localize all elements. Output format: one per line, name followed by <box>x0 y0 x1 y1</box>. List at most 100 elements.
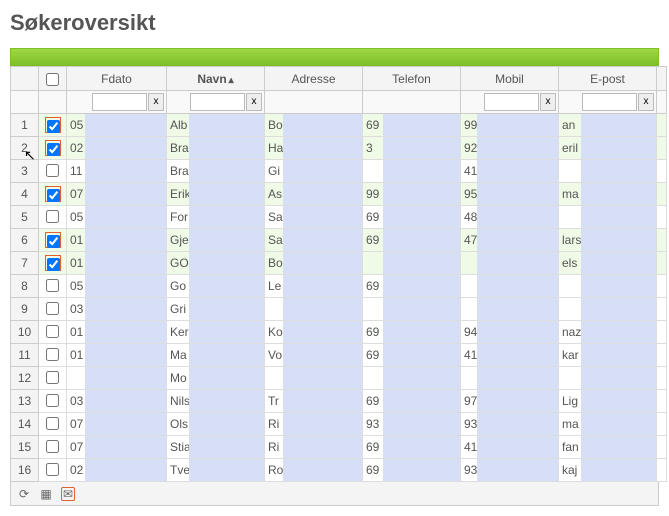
cell-navn: Go <box>167 275 265 298</box>
col-telefon[interactable]: Telefon <box>363 67 461 91</box>
cell-checkbox[interactable] <box>39 160 67 183</box>
redaction-mask <box>477 367 558 389</box>
table-row[interactable]: 1101MaVo6941kar <box>11 344 667 367</box>
redaction-mask <box>189 459 264 481</box>
table-row[interactable]: 1507StiaRi6941fan <box>11 436 667 459</box>
row-checkbox[interactable] <box>47 258 60 271</box>
table-row[interactable]: 701GOBoels <box>11 252 667 275</box>
cell-extra <box>657 206 667 229</box>
col-mobil[interactable]: Mobil <box>461 67 559 91</box>
row-checkbox[interactable] <box>46 302 59 315</box>
row-checkbox[interactable] <box>47 120 60 133</box>
row-checkbox[interactable] <box>46 371 59 384</box>
filter-mobil-clear[interactable]: x <box>540 93 556 111</box>
row-checkbox[interactable] <box>46 210 59 223</box>
cell-mobil <box>461 252 559 275</box>
cell-rownum: 3 <box>11 160 39 183</box>
cell-checkbox[interactable] <box>39 275 67 298</box>
cell-checkbox[interactable] <box>39 206 67 229</box>
select-all-checkbox[interactable] <box>46 73 59 86</box>
row-checkbox[interactable] <box>46 417 59 430</box>
table-row[interactable]: 202BraHa392eril <box>11 137 667 160</box>
cell-rownum: 14 <box>11 413 39 436</box>
cell-checkbox[interactable] <box>39 390 67 413</box>
refresh-icon[interactable]: ⟳ <box>17 487 31 501</box>
cell-epost: an <box>559 114 657 137</box>
table-row[interactable]: 505ForSa6948 <box>11 206 667 229</box>
redaction-mask <box>85 367 166 389</box>
table-row[interactable]: 1407OlsRi9393ma <box>11 413 667 436</box>
filter-fdato-clear[interactable]: x <box>148 93 164 111</box>
redaction-mask <box>85 160 166 182</box>
row-checkbox[interactable] <box>46 279 59 292</box>
table-row[interactable]: 1303NilsTr6997Lig <box>11 390 667 413</box>
cell-epost: lars <box>559 229 657 252</box>
filter-fdato-input[interactable] <box>92 93 147 111</box>
filter-mobil-input[interactable] <box>484 93 539 111</box>
cell-checkbox[interactable] <box>39 367 67 390</box>
cell-checkbox[interactable] <box>39 229 67 252</box>
cell-checkbox[interactable] <box>39 183 67 206</box>
cell-navn: Mo <box>167 367 265 390</box>
filter-navn-input[interactable] <box>190 93 245 111</box>
cell-extra <box>657 137 667 160</box>
cell-rownum: 10 <box>11 321 39 344</box>
cell-checkbox[interactable] <box>39 436 67 459</box>
redaction-mask <box>581 206 656 228</box>
cell-fdato: 01 <box>67 321 167 344</box>
row-checkbox[interactable] <box>46 348 59 361</box>
row-checkbox[interactable] <box>46 325 59 338</box>
redaction-mask <box>85 321 166 343</box>
cell-checkbox[interactable] <box>39 137 67 160</box>
cell-mobil <box>461 298 559 321</box>
redaction-mask <box>383 413 460 435</box>
table-row[interactable]: 903Gri <box>11 298 667 321</box>
redaction-mask <box>283 367 362 389</box>
col-adresse[interactable]: Adresse <box>265 67 363 91</box>
row-checkbox[interactable] <box>46 440 59 453</box>
row-checkbox[interactable] <box>47 235 60 248</box>
cell-checkbox[interactable] <box>39 252 67 275</box>
table-row[interactable]: 601GjeSa6947lars <box>11 229 667 252</box>
cell-adresse: Bo <box>265 114 363 137</box>
cell-checkbox[interactable] <box>39 413 67 436</box>
row-checkbox[interactable] <box>47 189 60 202</box>
grid-icon[interactable]: ▦ <box>39 487 53 501</box>
col-select-all[interactable] <box>39 67 67 91</box>
page-title: Søkeroversikt <box>10 10 659 36</box>
filter-epost: x <box>559 91 657 114</box>
mail-icon[interactable]: ✉ <box>61 487 75 501</box>
row-checkbox[interactable] <box>47 143 60 156</box>
col-fdato[interactable]: Fdato <box>67 67 167 91</box>
redaction-mask <box>581 367 656 389</box>
cell-fdato: 03 <box>67 298 167 321</box>
redaction-mask <box>85 183 166 205</box>
redaction-mask <box>477 275 558 297</box>
cell-checkbox[interactable] <box>39 114 67 137</box>
table-row[interactable]: 1602TveRo6993kaj <box>11 459 667 482</box>
col-epost[interactable]: E-post <box>559 67 657 91</box>
table-row[interactable]: 1001KerKo6994naz <box>11 321 667 344</box>
redaction-mask <box>283 275 362 297</box>
redaction-mask <box>383 252 460 274</box>
row-checkbox[interactable] <box>46 463 59 476</box>
cell-checkbox[interactable] <box>39 298 67 321</box>
row-checkbox[interactable] <box>46 394 59 407</box>
filter-epost-clear[interactable]: x <box>638 93 654 111</box>
row-checkbox[interactable] <box>46 164 59 177</box>
cell-checkbox[interactable] <box>39 459 67 482</box>
cell-checkbox[interactable] <box>39 344 67 367</box>
table-row[interactable]: 407ErikAs9995ma <box>11 183 667 206</box>
table-row[interactable]: 105AlbBo6999an <box>11 114 667 137</box>
col-navn[interactable]: Navn▴ <box>167 67 265 91</box>
cell-fdato: 02 <box>67 459 167 482</box>
cell-navn: Tve <box>167 459 265 482</box>
filter-navn-clear[interactable]: x <box>246 93 262 111</box>
table-row[interactable]: 12Mo <box>11 367 667 390</box>
redaction-mask <box>477 229 558 251</box>
redaction-mask <box>383 459 460 481</box>
filter-epost-input[interactable] <box>582 93 637 111</box>
cell-checkbox[interactable] <box>39 321 67 344</box>
table-row[interactable]: 805GoLe69 <box>11 275 667 298</box>
table-row[interactable]: 311BraGi41 <box>11 160 667 183</box>
